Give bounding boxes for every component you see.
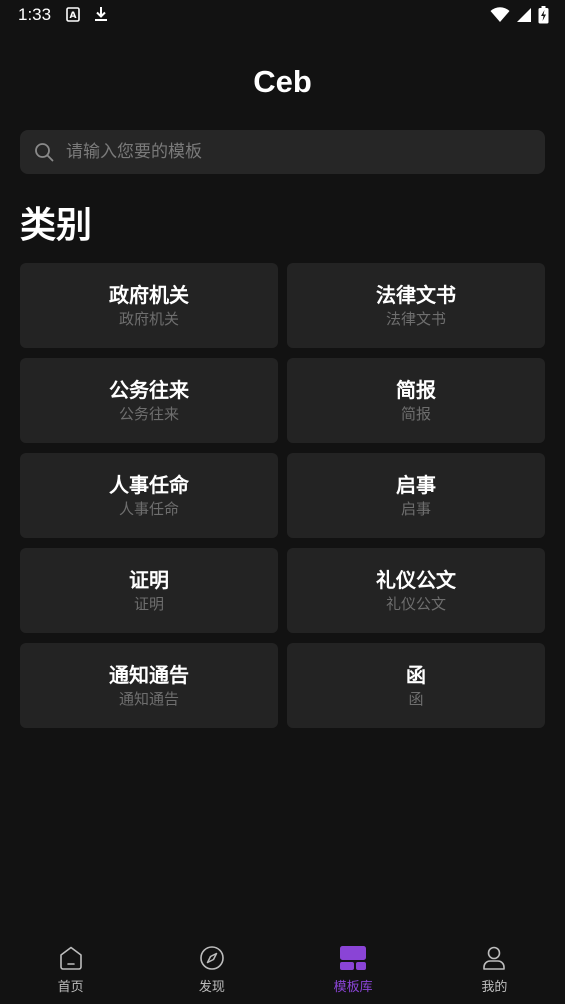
category-subtitle: 证明 bbox=[133, 594, 164, 613]
nav-label: 我的 bbox=[481, 980, 508, 995]
category-card[interactable]: 启事 启事 bbox=[287, 453, 545, 538]
nav-item-profile[interactable]: 我的 bbox=[424, 934, 565, 1004]
search-icon bbox=[34, 142, 54, 162]
home-icon bbox=[57, 944, 85, 972]
nav-item-templates[interactable]: 模板库 bbox=[283, 934, 424, 1004]
category-card[interactable]: 政府机关 政府机关 bbox=[20, 263, 278, 348]
category-subtitle: 公务往来 bbox=[118, 404, 179, 423]
category-subtitle: 启事 bbox=[400, 499, 431, 518]
status-bar: 1:33 A bbox=[0, 0, 565, 32]
category-subtitle: 政府机关 bbox=[118, 309, 179, 328]
app-screen: 1:33 A Ceb 类别 bbox=[0, 0, 565, 1004]
category-title: 礼仪公文 bbox=[376, 567, 456, 592]
category-subtitle: 函 bbox=[408, 689, 424, 708]
template-icon bbox=[339, 944, 367, 972]
profile-icon bbox=[480, 944, 508, 972]
status-notification-icons: A bbox=[66, 6, 108, 26]
category-title: 人事任命 bbox=[109, 472, 189, 497]
status-time: 1:33 bbox=[18, 5, 52, 24]
status-system-icons bbox=[490, 6, 549, 28]
battery-icon bbox=[538, 6, 549, 28]
category-card[interactable]: 简报 简报 bbox=[287, 358, 545, 443]
category-title: 法律文书 bbox=[376, 282, 456, 307]
nav-item-home[interactable]: 首页 bbox=[0, 934, 141, 1004]
category-title: 证明 bbox=[129, 567, 169, 592]
category-card[interactable]: 函 函 bbox=[287, 643, 545, 728]
compass-icon bbox=[198, 944, 226, 972]
category-subtitle: 人事任命 bbox=[118, 499, 179, 518]
bottom-nav: 首页 发现 模板库 我的 bbox=[0, 934, 565, 1004]
keyboard-notification-icon: A bbox=[66, 6, 80, 26]
category-card[interactable]: 公务往来 公务往来 bbox=[20, 358, 278, 443]
category-card[interactable]: 证明 证明 bbox=[20, 548, 278, 633]
category-card[interactable]: 礼仪公文 礼仪公文 bbox=[287, 548, 545, 633]
category-subtitle: 礼仪公文 bbox=[385, 594, 446, 613]
search-bar[interactable] bbox=[20, 130, 545, 174]
section-title: 类别 bbox=[20, 205, 93, 246]
download-icon bbox=[94, 6, 108, 26]
svg-text:A: A bbox=[70, 11, 77, 21]
nav-label: 首页 bbox=[57, 980, 84, 995]
category-title: 简报 bbox=[396, 377, 436, 402]
nav-label: 模板库 bbox=[333, 980, 373, 995]
category-subtitle: 法律文书 bbox=[385, 309, 446, 328]
nav-label: 发现 bbox=[198, 980, 225, 995]
cellular-signal-icon bbox=[516, 7, 532, 27]
wifi-icon bbox=[490, 7, 510, 27]
category-card[interactable]: 通知通告 通知通告 bbox=[20, 643, 278, 728]
category-card[interactable]: 人事任命 人事任命 bbox=[20, 453, 278, 538]
category-title: 政府机关 bbox=[109, 282, 189, 307]
category-title: 函 bbox=[406, 662, 426, 687]
category-subtitle: 通知通告 bbox=[118, 689, 179, 708]
category-grid: 政府机关 政府机关 法律文书 法律文书 公务往来 公务往来 简报 简报 人事任命… bbox=[20, 263, 545, 728]
category-title: 公务往来 bbox=[109, 377, 189, 402]
nav-item-discover[interactable]: 发现 bbox=[141, 934, 282, 1004]
category-subtitle: 简报 bbox=[400, 404, 431, 423]
search-input[interactable] bbox=[66, 130, 545, 174]
page-title: Ceb bbox=[253, 64, 312, 99]
category-card[interactable]: 法律文书 法律文书 bbox=[287, 263, 545, 348]
category-title: 通知通告 bbox=[109, 662, 189, 687]
category-title: 启事 bbox=[396, 472, 436, 497]
